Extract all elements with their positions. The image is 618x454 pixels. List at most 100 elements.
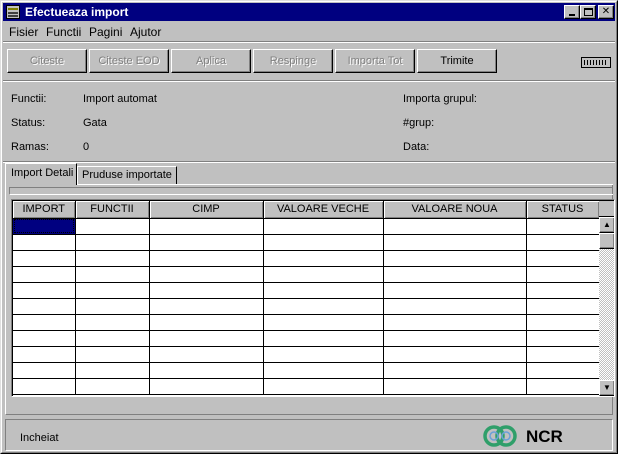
table-cell[interactable]	[75, 330, 150, 347]
table-cell[interactable]	[383, 314, 527, 331]
citeste-eod-button[interactable]: Citeste EOD	[89, 49, 169, 73]
column-header-valoare-veche[interactable]: VALOARE VECHE	[263, 201, 384, 219]
table-cell[interactable]	[75, 314, 150, 331]
citeste-button[interactable]: Citeste	[7, 49, 87, 73]
table-cell[interactable]	[149, 330, 264, 347]
table-cell[interactable]	[13, 250, 76, 267]
table-cell[interactable]	[526, 250, 600, 267]
scroll-up-button[interactable]: ▲	[599, 217, 614, 233]
minimize-button[interactable]	[564, 5, 580, 19]
table-cell[interactable]	[263, 234, 384, 251]
table-cell[interactable]	[149, 298, 264, 315]
vertical-scrollbar[interactable]: ▲ ▼	[599, 201, 614, 396]
table-cell[interactable]	[75, 362, 150, 379]
table-cell[interactable]	[75, 218, 150, 235]
table-cell[interactable]	[75, 266, 150, 283]
app-menu-icon[interactable]	[6, 5, 20, 19]
table-cell[interactable]	[75, 250, 150, 267]
table-cell[interactable]	[149, 218, 264, 235]
column-header-cimp[interactable]: CIMP	[149, 201, 264, 219]
column-header-valoare-noua[interactable]: VALOARE NOUA	[383, 201, 527, 219]
table-cell[interactable]	[149, 282, 264, 299]
table-cell[interactable]	[263, 298, 384, 315]
table-row[interactable]	[13, 218, 600, 235]
table-cell[interactable]	[75, 346, 150, 363]
table-cell[interactable]	[13, 298, 76, 315]
table-cell[interactable]	[526, 298, 600, 315]
table-cell[interactable]	[383, 250, 527, 267]
table-cell[interactable]	[526, 346, 600, 363]
table-cell[interactable]	[526, 362, 600, 379]
table-cell[interactable]	[263, 218, 384, 235]
table-cell[interactable]	[75, 298, 150, 315]
table-cell[interactable]	[263, 330, 384, 347]
table-row[interactable]	[13, 298, 600, 315]
table-cell[interactable]	[149, 234, 264, 251]
table-cell[interactable]	[526, 330, 600, 347]
table-cell[interactable]	[383, 234, 527, 251]
table-cell[interactable]	[526, 234, 600, 251]
table-cell[interactable]	[263, 282, 384, 299]
menu-functii[interactable]: Functii	[46, 25, 81, 39]
table-cell[interactable]	[383, 266, 527, 283]
close-button[interactable]: ✕	[598, 5, 614, 19]
table-row[interactable]	[13, 250, 600, 267]
table-cell[interactable]	[75, 282, 150, 299]
table-cell[interactable]	[526, 266, 600, 283]
column-header-import[interactable]: IMPORT	[13, 201, 76, 219]
table-cell[interactable]	[526, 218, 600, 235]
table-cell[interactable]	[149, 378, 264, 395]
aplica-button[interactable]: Aplica	[171, 49, 251, 73]
menu-fisier[interactable]: Fisier	[9, 25, 38, 39]
table-cell[interactable]	[383, 330, 527, 347]
table-cell[interactable]	[383, 346, 527, 363]
table-cell[interactable]	[526, 314, 600, 331]
maximize-button[interactable]	[580, 5, 596, 19]
scroll-thumb[interactable]	[599, 233, 614, 249]
column-header-functii[interactable]: FUNCTII	[75, 201, 150, 219]
table-cell[interactable]	[263, 362, 384, 379]
table-cell[interactable]	[149, 362, 264, 379]
table-cell[interactable]	[263, 314, 384, 331]
table-cell[interactable]	[13, 218, 76, 235]
table-row[interactable]	[13, 346, 600, 363]
table-row[interactable]	[13, 362, 600, 379]
table-cell[interactable]	[13, 378, 76, 395]
table-row[interactable]	[13, 314, 600, 331]
respinge-button[interactable]: Respinge	[253, 49, 333, 73]
table-cell[interactable]	[13, 282, 76, 299]
table-cell[interactable]	[149, 314, 264, 331]
importa-tot-button[interactable]: Importa Tot	[335, 49, 415, 73]
table-cell[interactable]	[263, 266, 384, 283]
column-header-status[interactable]: STATUS	[526, 201, 600, 219]
table-row[interactable]	[13, 282, 600, 299]
table-cell[interactable]	[383, 282, 527, 299]
table-cell[interactable]	[13, 234, 76, 251]
menu-pagini[interactable]: Pagini	[89, 25, 122, 39]
scroll-down-button[interactable]: ▼	[599, 380, 614, 396]
table-cell[interactable]	[149, 250, 264, 267]
table-row[interactable]	[13, 330, 600, 347]
table-cell[interactable]	[263, 346, 384, 363]
table-cell[interactable]	[526, 378, 600, 395]
table-cell[interactable]	[13, 266, 76, 283]
table-cell[interactable]	[149, 346, 264, 363]
table-cell[interactable]	[526, 282, 600, 299]
table-cell[interactable]	[383, 378, 527, 395]
table-row[interactable]	[13, 378, 600, 395]
menu-ajutor[interactable]: Ajutor	[130, 25, 161, 39]
table-cell[interactable]	[149, 266, 264, 283]
table-cell[interactable]	[75, 378, 150, 395]
table-cell[interactable]	[263, 378, 384, 395]
table-cell[interactable]	[13, 314, 76, 331]
tab-pruduse-importate[interactable]: Pruduse importate	[77, 166, 177, 185]
table-cell[interactable]	[263, 250, 384, 267]
title-bar[interactable]: Efectueaza import ✕	[3, 3, 615, 21]
table-cell[interactable]	[383, 298, 527, 315]
trimite-button[interactable]: Trimite	[417, 49, 497, 73]
table-cell[interactable]	[13, 330, 76, 347]
table-cell[interactable]	[75, 234, 150, 251]
table-row[interactable]	[13, 266, 600, 283]
table-cell[interactable]	[13, 346, 76, 363]
table-cell[interactable]	[383, 218, 527, 235]
